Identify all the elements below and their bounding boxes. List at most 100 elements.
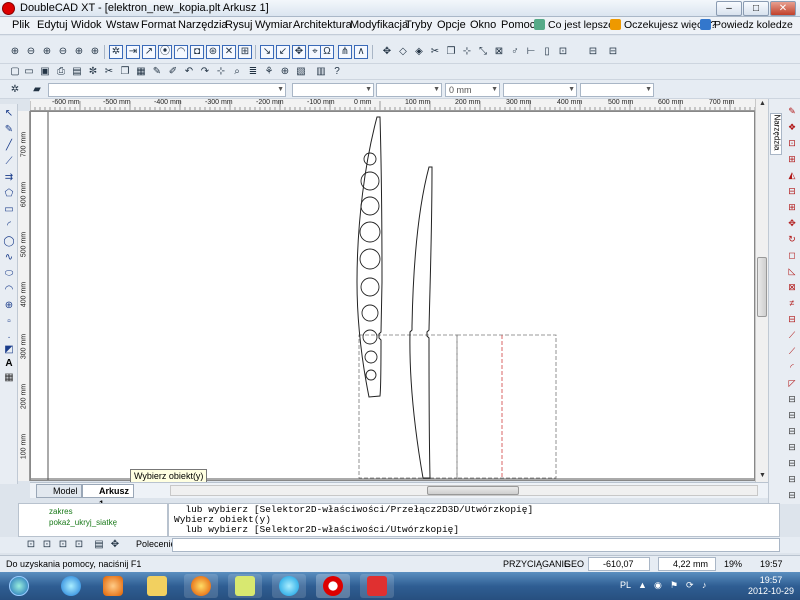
taskbar-clock[interactable]: 19:57 2012-10-29 xyxy=(748,575,794,597)
offset-icon[interactable]: ▯ xyxy=(540,45,554,59)
snap-node-icon[interactable]: ◘ xyxy=(190,45,204,59)
tree-item[interactable]: pokaż_ukryj_siatkę xyxy=(49,518,117,527)
menu-help[interactable]: Pomoc xyxy=(501,19,535,31)
brush-icon[interactable]: ✎ xyxy=(150,65,164,79)
modify-tool-icon[interactable]: ⊞ xyxy=(786,153,798,165)
taskbar-skype[interactable] xyxy=(272,574,306,598)
taskbar-ie[interactable] xyxy=(54,574,88,598)
print-preview-icon[interactable]: ▤ xyxy=(70,65,84,79)
select-all-icon[interactable]: ⊹ xyxy=(214,65,228,79)
snap-midpoint-icon[interactable]: ↗ xyxy=(142,45,156,59)
menu-options[interactable]: Opcje xyxy=(437,19,466,31)
menu-architecture[interactable]: Architektura xyxy=(293,19,352,31)
tab-model[interactable]: Model xyxy=(36,484,82,498)
menu-modify[interactable]: Modyfikacja xyxy=(350,19,408,31)
pen-tool-icon[interactable]: ✎ xyxy=(3,124,15,136)
help-icon[interactable]: ? xyxy=(330,65,344,79)
cut-clip-icon[interactable]: ✂ xyxy=(102,65,116,79)
rectangle-tool-icon[interactable]: ▭ xyxy=(3,204,15,216)
taskbar-firefox[interactable] xyxy=(184,574,218,598)
fill-tool-icon[interactable]: ◩ xyxy=(3,344,15,356)
menu-dimension[interactable]: Wymiar xyxy=(255,19,292,31)
modify-tool-icon[interactable]: ✎ xyxy=(786,105,798,117)
snap-grid-icon[interactable]: ✥ xyxy=(292,45,306,59)
polygon-tool-icon[interactable]: ⬠ xyxy=(3,188,15,200)
panel-icon[interactable]: ⊡ xyxy=(72,538,86,552)
modify-tool-icon[interactable]: ⊟ xyxy=(786,425,798,437)
vertical-scroll-thumb[interactable] xyxy=(757,257,767,317)
layers-icon[interactable]: ≣ xyxy=(246,65,260,79)
arc-tool-icon[interactable]: ◜ xyxy=(3,220,15,232)
modify-tool-icon[interactable]: ❖ xyxy=(786,121,798,133)
panel-icon[interactable]: ▤ xyxy=(92,538,106,552)
explode-icon[interactable]: ⊠ xyxy=(492,45,506,59)
x-coordinate-field[interactable]: -610,07 mm xyxy=(588,557,650,581)
magnet-icon[interactable]: Ω xyxy=(320,45,334,59)
modify-tool-icon[interactable]: ⊡ xyxy=(786,137,798,149)
right-profile[interactable] xyxy=(409,166,433,479)
snap-icon[interactable]: ✲ xyxy=(109,45,123,59)
modify-tool-icon[interactable]: ◺ xyxy=(786,265,798,277)
zoom-extents-icon[interactable]: ⊕ xyxy=(88,45,102,59)
curve-tool-icon[interactable]: ∿ xyxy=(3,252,15,264)
zoom-out-icon[interactable]: ⊖ xyxy=(24,45,38,59)
modify-tool-icon[interactable]: ◭ xyxy=(786,169,798,181)
image-icon[interactable]: ▧ xyxy=(294,65,308,79)
zoom-in-icon[interactable]: ⊕ xyxy=(8,45,22,59)
modify-tool-icon[interactable]: ◜ xyxy=(786,361,798,373)
color-combo[interactable]: ▼ xyxy=(292,83,374,97)
menu-file[interactable]: Plik xyxy=(12,19,30,31)
horizontal-scroll-thumb[interactable] xyxy=(427,486,519,495)
drawing-canvas[interactable] xyxy=(30,111,755,481)
scale-icon[interactable]: ⤡ xyxy=(476,45,490,59)
ungroup-icon[interactable]: ⊟ xyxy=(606,45,620,59)
snap-parallel-icon[interactable]: ⋔ xyxy=(338,45,352,59)
modify-tool-icon[interactable]: ◸ xyxy=(786,377,798,389)
extend-icon[interactable]: ⊢ xyxy=(524,45,538,59)
modify-tool-icon[interactable]: ⊟ xyxy=(786,409,798,421)
taskbar-doublecad[interactable] xyxy=(316,574,350,598)
modify-tool-icon[interactable]: ◻ xyxy=(786,249,798,261)
modify-tool-icon[interactable]: ⊟ xyxy=(786,441,798,453)
linetype-combo[interactable]: ▼ xyxy=(376,83,442,97)
move-icon[interactable]: ✥ xyxy=(380,45,394,59)
tray-volume-icon[interactable]: ♪ xyxy=(702,580,707,590)
text-tool-icon[interactable]: A xyxy=(3,358,15,370)
zoom-all-icon[interactable]: ⊕ xyxy=(72,45,86,59)
menu-format[interactable]: Format xyxy=(141,19,176,31)
maximize-button[interactable]: □ xyxy=(743,1,769,16)
measure-icon[interactable]: ⊕ xyxy=(278,65,292,79)
app-icon[interactable] xyxy=(2,2,15,15)
tray-flag-icon[interactable]: ⚑ xyxy=(670,580,678,591)
double-line-icon[interactable]: ⇉ xyxy=(3,172,15,184)
line-tool-icon[interactable]: ╱ xyxy=(3,140,15,152)
polyline-tool-icon[interactable]: ⟋ xyxy=(3,156,15,168)
language-indicator[interactable]: PL xyxy=(620,580,631,590)
tray-sync-icon[interactable]: ⟳ xyxy=(686,580,694,591)
modify-tool-icon[interactable]: ⊟ xyxy=(786,489,798,501)
geo-toggle[interactable]: GEO xyxy=(564,559,584,569)
group-icon[interactable]: ⊟ xyxy=(586,45,600,59)
left-profile[interactable] xyxy=(356,116,383,398)
close-button[interactable]: ✕ xyxy=(770,1,796,16)
tray-arrow-icon[interactable]: ▲ xyxy=(638,580,647,590)
snap-endpoint-icon[interactable]: ⇥ xyxy=(126,45,140,59)
scroll-up-icon[interactable]: ▲ xyxy=(759,100,766,107)
properties-icon[interactable]: ✼ xyxy=(86,65,100,79)
menu-insert[interactable]: Wstaw xyxy=(106,19,139,31)
panel-icon[interactable]: ⊡ xyxy=(56,538,70,552)
layer-icon[interactable]: ▰ xyxy=(30,83,44,97)
paste-icon[interactable]: ▦ xyxy=(134,65,148,79)
minimize-button[interactable]: – xyxy=(716,1,742,16)
snap-quadrant-icon[interactable]: ⊛ xyxy=(206,45,220,59)
rotate-icon[interactable]: ◇ xyxy=(396,45,410,59)
menu-modes[interactable]: Tryby xyxy=(405,19,432,31)
snap-perpendicular-icon[interactable]: ⊞ xyxy=(238,45,252,59)
trim-icon[interactable]: ♂ xyxy=(508,45,522,59)
zoom-prev-icon[interactable]: ⊖ xyxy=(56,45,70,59)
menu-draw[interactable]: Rysuj xyxy=(225,19,253,31)
undo-icon[interactable]: ↶ xyxy=(182,65,196,79)
menu-view[interactable]: Widok xyxy=(71,19,102,31)
snap-nearest-icon[interactable]: ↙ xyxy=(276,45,290,59)
circle-tool-icon[interactable]: ◯ xyxy=(3,236,15,248)
